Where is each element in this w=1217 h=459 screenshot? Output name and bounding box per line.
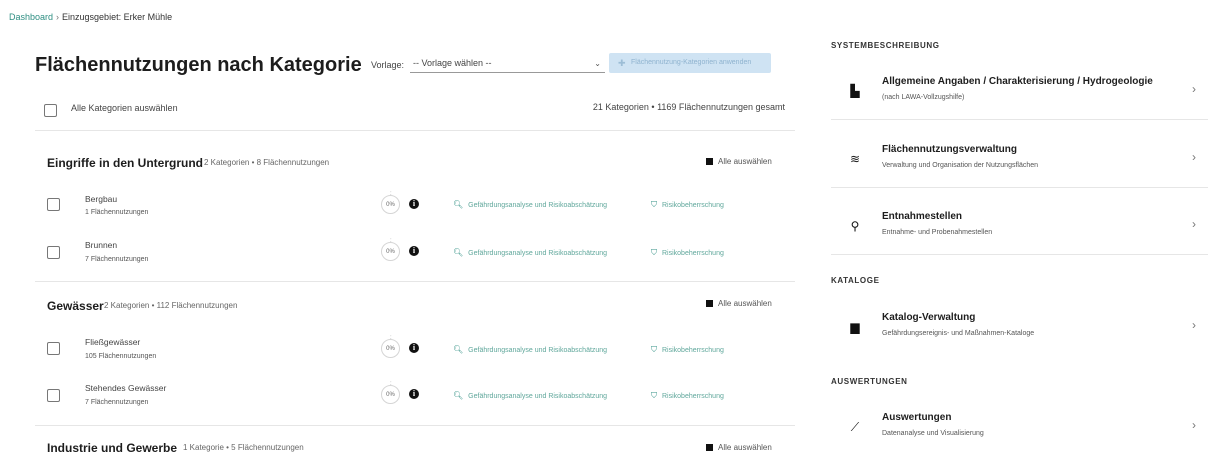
checkbox-checked-icon	[706, 158, 713, 165]
group-select-all-industrie[interactable]: Alle auswählen	[706, 443, 772, 452]
sidebar-card-allgemeine-angaben[interactable]: ▙ Allgemeine Angaben / Charakterisierung…	[831, 60, 1208, 120]
chart-icon: ⟋	[850, 420, 860, 434]
group-select-all-label: Alle auswählen	[718, 299, 772, 308]
risk-link-stehendes-gewaesser[interactable]: ⛉ Risikobeherrschung	[651, 391, 724, 401]
progress-badge: :0%	[381, 381, 400, 404]
row-name-fliessgewaesser: Fließgewässer	[85, 337, 141, 347]
info-icon[interactable]: i	[409, 343, 419, 353]
row-checkbox-bergbau[interactable]	[47, 198, 60, 211]
breadcrumb-current: Einzugsgebiet: Erker Mühle	[62, 12, 173, 22]
divider	[35, 130, 795, 131]
progress-badge: :0%	[381, 335, 400, 358]
checkbox-checked-icon	[706, 444, 713, 451]
row-checkbox-fliessgewaesser[interactable]	[47, 342, 60, 355]
shield-icon: ⛉	[651, 200, 657, 209]
apply-icon: ✚	[618, 58, 626, 68]
select-all-checkbox[interactable]	[44, 104, 57, 117]
search-icon: 🔍︎	[453, 391, 464, 400]
document-icon: ▙	[850, 84, 860, 98]
chevron-right-icon: ›	[1192, 82, 1196, 96]
sidebar-card-katalog-verwaltung[interactable]: ▆ Katalog-Verwaltung Gefährdungsereignis…	[831, 296, 1208, 356]
breadcrumb-separator: ›	[56, 12, 60, 22]
info-icon[interactable]: i	[409, 246, 419, 256]
row-checkbox-brunnen[interactable]	[47, 246, 60, 259]
group-select-all-label: Alle auswählen	[718, 443, 772, 452]
group-select-all-untergrund[interactable]: Alle auswählen	[706, 157, 772, 166]
layers-icon: ≋	[849, 152, 861, 166]
select-all-label: Alle Kategorien auswählen	[71, 103, 178, 113]
group-title-gewaesser: Gewässer	[47, 299, 104, 313]
card-subtitle: (nach LAWA-Vollzugshilfe)	[882, 94, 965, 101]
chevron-right-icon: ›	[1192, 150, 1196, 164]
card-title: Flächennutzungsverwaltung	[882, 144, 1018, 155]
group-meta-industrie: 1 Kategorie • 5 Flächennutzungen	[183, 443, 304, 452]
info-icon[interactable]: i	[409, 199, 419, 209]
card-subtitle: Gefährdungsereignis- und Maßnahmen-Katal…	[882, 330, 1035, 337]
breadcrumb-dashboard-link[interactable]: Dashboard	[9, 12, 53, 22]
search-icon: 🔍︎	[453, 345, 464, 354]
row-count-brunnen: 7 Flächennutzungen	[85, 256, 149, 263]
divider	[35, 281, 795, 282]
card-subtitle: Datenanalyse und Visualisierung	[882, 430, 984, 437]
card-subtitle: Entnahme- und Probenahmestellen	[882, 229, 993, 236]
row-name-bergbau: Bergbau	[85, 194, 118, 204]
analysis-link-bergbau[interactable]: 🔍︎ Gefährdungsanalyse und Risikoabschätzu…	[453, 200, 607, 209]
group-select-all-label: Alle auswählen	[718, 157, 772, 166]
row-count-stehendes-gewaesser: 7 Flächennutzungen	[85, 399, 149, 406]
chevron-down-icon: ⌄	[594, 59, 601, 68]
risk-link-brunnen[interactable]: ⛉ Risikobeherrschung	[651, 248, 724, 258]
sidebar-heading-kataloge: KATALOGE	[831, 276, 880, 285]
sidebar-heading-systembeschreibung: SYSTEMBESCHREIBUNG	[831, 41, 940, 50]
sidebar-card-flaechennutzungsverwaltung[interactable]: ≋ Flächennutzungsverwaltung Verwaltung u…	[831, 128, 1208, 188]
breadcrumb: Dashboard › Einzugsgebiet: Erker Mühle	[9, 12, 172, 22]
search-icon: 🔍︎	[453, 200, 464, 209]
group-meta-gewaesser: 2 Kategorien • 112 Flächennutzungen	[104, 301, 238, 310]
vorlage-selected-value: -- Vorlage wählen --	[413, 58, 492, 68]
row-count-fliessgewaesser: 105 Flächennutzungen	[85, 353, 157, 360]
apply-template-button[interactable]: ✚ Flächennutzung-Kategorien anwenden	[609, 53, 771, 73]
card-title: Entnahmestellen	[882, 211, 963, 222]
page-title: Flächennutzungen nach Kategorie	[35, 54, 362, 76]
row-count-bergbau: 1 Flächennutzungen	[85, 209, 149, 216]
divider	[35, 425, 795, 426]
card-subtitle: Verwaltung und Organisation der Nutzungs…	[882, 162, 1039, 169]
analysis-link-fliessgewaesser[interactable]: 🔍︎ Gefährdungsanalyse und Risikoabschätzu…	[453, 345, 607, 354]
chevron-right-icon: ›	[1192, 318, 1196, 332]
apply-template-label: Flächennutzung-Kategorien anwenden	[631, 59, 752, 66]
card-title: Auswertungen	[882, 412, 952, 423]
pin-icon: ⚲	[850, 219, 860, 233]
sidebar-card-entnahmestellen[interactable]: ⚲ Entnahmestellen Entnahme- und Probenah…	[831, 195, 1208, 255]
row-name-brunnen: Brunnen	[85, 240, 118, 250]
shield-icon: ⛉	[651, 391, 657, 400]
group-title-industrie: Industrie und Gewerbe	[47, 441, 178, 455]
risk-link-bergbau[interactable]: ⛉ Risikobeherrschung	[651, 200, 724, 210]
row-name-stehendes-gewaesser: Stehendes Gewässer	[85, 383, 167, 393]
sidebar-card-auswertungen[interactable]: ⟋ Auswertungen Datenanalyse und Visualis…	[831, 396, 1208, 456]
group-select-all-gewaesser[interactable]: Alle auswählen	[706, 299, 772, 308]
summary-text: 21 Kategorien • 1169 Flächennutzungen ge…	[592, 102, 785, 112]
vorlage-select[interactable]: -- Vorlage wählen -- ⌄	[410, 55, 605, 73]
book-icon: ▆	[850, 320, 860, 334]
vorlage-label: Vorlage:	[371, 60, 405, 70]
info-icon[interactable]: i	[409, 389, 419, 399]
analysis-link-stehendes-gewaesser[interactable]: 🔍︎ Gefährdungsanalyse und Risikoabschätzu…	[453, 391, 607, 400]
progress-badge: :0%	[381, 238, 400, 261]
row-checkbox-stehendes-gewaesser[interactable]	[47, 389, 60, 402]
chevron-right-icon: ›	[1192, 217, 1196, 231]
search-icon: 🔍︎	[453, 248, 464, 257]
risk-link-fliessgewaesser[interactable]: ⛉ Risikobeherrschung	[651, 345, 724, 355]
group-meta-untergrund: 2 Kategorien • 8 Flächennutzungen	[204, 158, 330, 167]
card-title: Katalog-Verwaltung	[882, 312, 976, 323]
chevron-right-icon: ›	[1192, 418, 1196, 432]
analysis-link-brunnen[interactable]: 🔍︎ Gefährdungsanalyse und Risikoabschätzu…	[453, 248, 607, 257]
sidebar-heading-auswertungen: AUSWERTUNGEN	[831, 377, 908, 386]
shield-icon: ⛉	[651, 248, 657, 257]
card-title: Allgemeine Angaben / Charakterisierung /…	[882, 76, 1153, 87]
group-title-untergrund: Eingriffe in den Untergrund	[47, 156, 203, 170]
checkbox-checked-icon	[706, 300, 713, 307]
progress-badge: :0%	[381, 191, 400, 214]
shield-icon: ⛉	[651, 345, 657, 354]
